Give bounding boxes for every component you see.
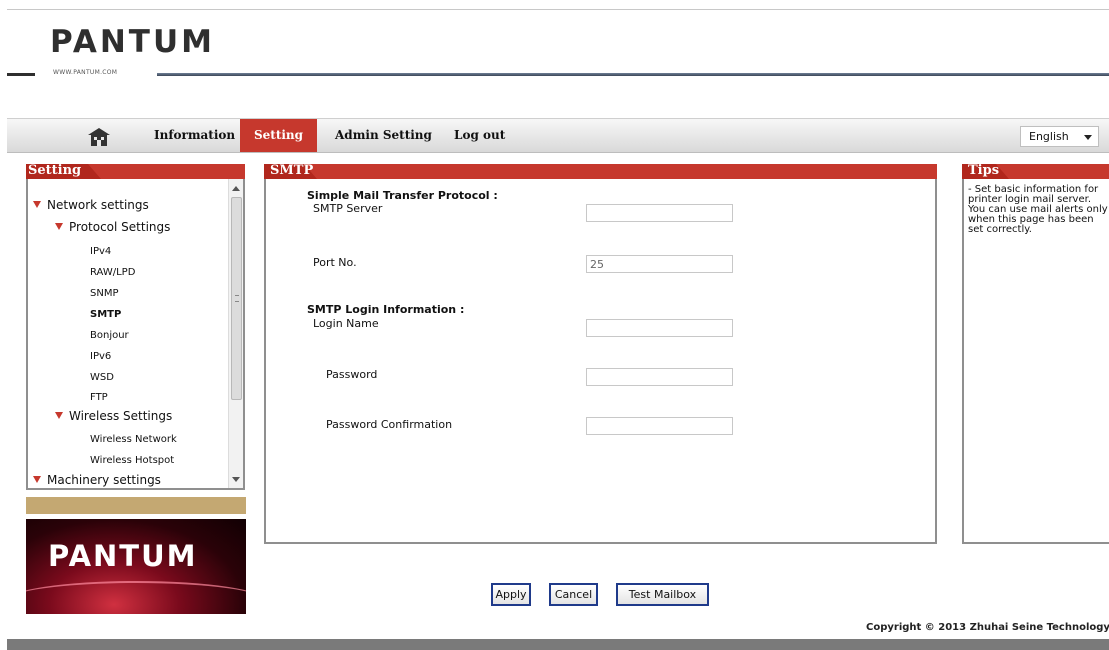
top-divider: [7, 9, 1109, 10]
password-confirm-label: Password Confirmation: [326, 418, 453, 431]
test-mailbox-button[interactable]: Test Mailbox: [616, 583, 709, 606]
tree-item-ipv4[interactable]: IPv4: [90, 246, 111, 257]
tips-panel-title: Tips: [968, 164, 1000, 178]
expand-triangle-icon: [55, 223, 63, 230]
tree-item-snmp[interactable]: SNMP: [90, 288, 119, 299]
expand-triangle-icon: [33, 476, 41, 483]
setting-tree-panel: Network settings Protocol Settings IPv4 …: [26, 179, 245, 490]
setting-panel-title: Setting: [28, 164, 82, 178]
smtp-panel-title: SMTP: [270, 164, 314, 178]
logo-url: WWW.PANTUM.COM: [53, 69, 118, 76]
cancel-button[interactable]: Cancel: [549, 583, 598, 606]
tree-protocol-settings[interactable]: Protocol Settings: [55, 220, 170, 234]
nav-information[interactable]: Information: [154, 119, 235, 152]
copyright-text: Copyright © 2013 Zhuhai Seine Technology…: [866, 622, 1109, 633]
smtp-form-panel: Simple Mail Transfer Protocol : SMTP Ser…: [264, 179, 937, 544]
logo-rule-left: [7, 73, 35, 76]
tree-item-wireless-network[interactable]: Wireless Network: [90, 434, 177, 445]
language-select[interactable]: English: [1020, 126, 1099, 147]
pantum-logo: PANTUM: [50, 24, 215, 60]
home-icon[interactable]: [88, 128, 110, 146]
tree-item-bonjour[interactable]: Bonjour: [90, 330, 129, 341]
tree-item-wsd[interactable]: WSD: [90, 372, 114, 383]
smtp-panel-header: SMTP: [264, 164, 937, 179]
section-login-title: SMTP Login Information :: [307, 303, 465, 316]
tree-network-settings[interactable]: Network settings: [33, 198, 149, 212]
nav-admin-setting[interactable]: Admin Setting: [335, 119, 432, 152]
tree-item-raw-lpd[interactable]: RAW/LPD: [90, 267, 135, 278]
tree-item-ipv6[interactable]: IPv6: [90, 351, 111, 362]
promo-logo: PANTUM: [48, 539, 198, 573]
scroll-up-icon[interactable]: [232, 186, 240, 191]
expand-triangle-icon: [55, 412, 63, 419]
expand-triangle-icon: [33, 201, 41, 208]
bottom-bar: [7, 639, 1109, 650]
tree-wireless-settings[interactable]: Wireless Settings: [55, 409, 172, 423]
tree-item-smtp[interactable]: SMTP: [90, 309, 121, 320]
apply-button[interactable]: Apply: [491, 583, 531, 606]
top-navigation-bar: Information Setting Admin Setting Log ou…: [7, 118, 1109, 153]
password-label: Password: [326, 368, 378, 381]
tree-item-ftp[interactable]: FTP: [90, 392, 108, 403]
chevron-down-icon: [1084, 135, 1092, 140]
tips-panel: - Set basic information for printer logi…: [962, 179, 1109, 544]
tree-scrollbar[interactable]: [228, 179, 243, 488]
language-value: English: [1029, 130, 1069, 143]
sidebar-gold-bar: [26, 497, 246, 514]
pantum-promo-banner: PANTUM: [26, 519, 246, 614]
port-input[interactable]: [586, 255, 733, 273]
tips-text: - Set basic information for printer logi…: [968, 184, 1108, 235]
nav-setting[interactable]: Setting: [240, 119, 317, 152]
scroll-down-icon[interactable]: [232, 477, 240, 482]
login-name-input[interactable]: [586, 319, 733, 337]
nav-log-out[interactable]: Log out: [454, 119, 505, 152]
setting-panel-header: Setting: [26, 164, 245, 179]
section-smtp-title: Simple Mail Transfer Protocol :: [307, 189, 498, 202]
tree-machinery-settings[interactable]: Machinery settings: [33, 473, 161, 487]
login-name-label: Login Name: [313, 317, 379, 330]
tips-panel-header: Tips: [962, 164, 1109, 179]
password-confirm-input[interactable]: [586, 417, 733, 435]
password-input[interactable]: [586, 368, 733, 386]
tree-item-wireless-hotspot[interactable]: Wireless Hotspot: [90, 455, 174, 466]
smtp-server-input[interactable]: [586, 204, 733, 222]
smtp-server-label: SMTP Server: [313, 202, 383, 215]
scrollbar-thumb[interactable]: [231, 197, 242, 400]
logo-rule-right: [157, 73, 1109, 76]
port-label: Port No.: [313, 256, 357, 269]
